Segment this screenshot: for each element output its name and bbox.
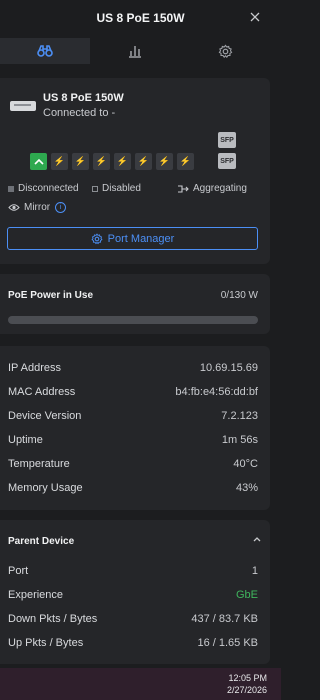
close-icon[interactable]	[247, 9, 263, 25]
info-value: 1m 56s	[221, 434, 258, 446]
aggregate-icon	[178, 184, 189, 193]
gear-icon	[91, 232, 103, 244]
info-key: MAC Address	[8, 386, 76, 398]
parent-key: Experience	[8, 589, 64, 601]
parent-value: 1	[251, 565, 258, 577]
port-1[interactable]	[30, 153, 47, 170]
port-5[interactable]: ⚡	[114, 153, 131, 170]
chevron-up-icon[interactable]	[251, 533, 263, 545]
gear-icon	[218, 44, 232, 58]
disabled-swatch	[92, 185, 98, 192]
info-value: b4:fb:e4:56:dd:bf	[175, 386, 258, 398]
info-key: Memory Usage	[8, 482, 83, 494]
info-key: Temperature	[8, 458, 70, 470]
port-manager-label: Port Manager	[107, 232, 175, 245]
info-value: 7.2.123	[221, 410, 258, 422]
legend-label: Disconnected	[18, 183, 79, 194]
parent-row: Up Pkts / Bytes 16 / 1.65 KB	[8, 637, 258, 649]
port-4[interactable]: ⚡	[93, 153, 110, 170]
panel-header: US 8 PoE 150W	[0, 0, 281, 36]
port-7[interactable]: ⚡	[156, 153, 173, 170]
info-row: Temperature 40°C	[8, 458, 258, 470]
sfp-port-2[interactable]: SFP	[218, 153, 236, 169]
info-row: IP Address 10.69.15.69	[8, 362, 258, 374]
poe-bolt-icon: ⚡	[53, 156, 66, 166]
binoculars-icon	[37, 45, 53, 57]
parent-device-title: Parent Device	[8, 536, 75, 547]
poe-title: PoE Power in Use	[8, 290, 94, 301]
clock-time: 12:05 PM	[228, 673, 267, 683]
poe-bolt-icon: ⚡	[74, 156, 87, 166]
port-manager-button[interactable]: Port Manager	[7, 227, 258, 250]
info-row: MAC Address b4:fb:e4:56:dd:bf	[8, 386, 258, 398]
device-name: US 8 PoE 150W	[43, 92, 124, 104]
taskbar-clock[interactable]: 12:05 PM 2/27/2026	[227, 672, 267, 696]
clock-date: 2/27/2026	[226, 685, 267, 695]
eye-icon	[8, 204, 20, 211]
legend-label: Aggregating	[193, 183, 247, 194]
tab-bar	[0, 38, 270, 64]
legend-disconnected: Disconnected	[8, 183, 79, 194]
info-row: Memory Usage 43%	[8, 482, 258, 494]
legend-aggregating: Aggregating	[177, 183, 247, 194]
chevron-up-icon	[33, 158, 44, 165]
poe-bolt-icon: ⚡	[179, 156, 192, 166]
info-value: 43%	[235, 482, 258, 494]
parent-value: 437 / 83.7 KB	[191, 613, 258, 625]
panel-title: US 8 PoE 150W	[96, 11, 185, 25]
info-key: Uptime	[8, 434, 43, 446]
tab-overview[interactable]	[0, 38, 90, 64]
port-8[interactable]: ⚡	[177, 153, 194, 170]
parent-row: Experience GbE	[8, 589, 258, 601]
disconnected-swatch	[8, 185, 14, 192]
bar-chart-icon	[129, 46, 141, 58]
parent-value: 16 / 1.65 KB	[197, 637, 258, 649]
info-value: 40°C	[233, 458, 258, 470]
parent-row: Down Pkts / Bytes 437 / 83.7 KB	[8, 613, 258, 625]
poe-value: 0/130 W	[220, 290, 258, 301]
switch-device-icon	[10, 101, 36, 111]
port-2[interactable]: ⚡	[51, 153, 68, 170]
parent-key: Port	[8, 565, 29, 577]
device-connection: Connected to -	[43, 107, 116, 119]
info-key: Device Version	[8, 410, 82, 422]
poe-bolt-icon: ⚡	[158, 156, 171, 166]
info-key: IP Address	[8, 362, 61, 374]
sfp-port-1[interactable]: SFP	[218, 132, 236, 148]
info-value: 10.69.15.69	[199, 362, 258, 374]
parent-key: Down Pkts / Bytes	[8, 613, 98, 625]
tab-statistics[interactable]	[90, 38, 180, 64]
poe-bolt-icon: ⚡	[137, 156, 150, 166]
info-row: Device Version 7.2.123	[8, 410, 258, 422]
port-3[interactable]: ⚡	[72, 153, 89, 170]
legend-label: Disabled	[102, 183, 141, 194]
poe-bolt-icon: ⚡	[116, 156, 129, 166]
legend-disabled: Disabled	[92, 183, 141, 194]
port-6[interactable]: ⚡	[135, 153, 152, 170]
legend-label: Mirror	[24, 202, 51, 213]
info-row: Uptime 1m 56s	[8, 434, 258, 446]
parent-value: GbE	[235, 589, 258, 601]
poe-card	[0, 274, 270, 334]
tab-settings[interactable]	[180, 38, 270, 64]
poe-progress-bar	[8, 316, 258, 324]
poe-bolt-icon: ⚡	[95, 156, 108, 166]
parent-row: Port 1	[8, 565, 258, 577]
info-icon[interactable]: i	[55, 202, 67, 213]
legend-mirror: Mirror i	[8, 202, 67, 213]
parent-key: Up Pkts / Bytes	[8, 637, 84, 649]
